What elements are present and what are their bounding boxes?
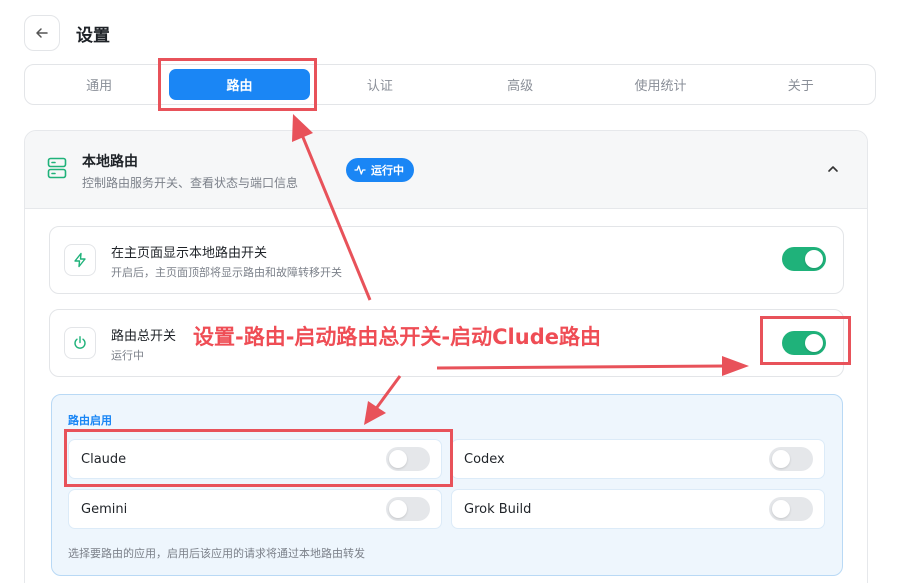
route-item-grok-build: Grok Build [451, 489, 825, 529]
activity-icon [354, 165, 366, 175]
local-route-title: 本地路由 [82, 154, 138, 170]
route-item-name: Gemini [81, 502, 128, 517]
row-title: 路由总开关 [111, 329, 177, 344]
tab-general[interactable]: 通用 [29, 69, 169, 100]
row-icon-box [64, 327, 96, 359]
show-route-switch-toggle[interactable] [782, 247, 826, 271]
route-toggle-codex[interactable] [769, 447, 813, 471]
back-button[interactable] [24, 15, 60, 51]
settings-tabs: 通用 路由 认证 高级 使用统计 关于 [24, 64, 876, 105]
local-route-header[interactable]: 本地路由 控制路由服务开关、查看状态与端口信息 运行中 [25, 131, 867, 209]
annotation-box-routing-tab [158, 58, 317, 111]
show-route-switch-row: 在主页面显示本地路由开关 开启后，主页面顶部将显示路由和故障转移开关 [49, 226, 844, 294]
toggle-knob [772, 500, 790, 518]
routing-note: 选择要路由的应用，启用后该应用的请求将通过本地路由转发 [68, 547, 365, 560]
chevron-up-icon[interactable] [827, 163, 839, 175]
power-icon [74, 336, 86, 349]
local-route-subtitle: 控制路由服务开关、查看状态与端口信息 [82, 176, 299, 190]
local-route-card: 本地路由 控制路由服务开关、查看状态与端口信息 运行中 在主页面显示本地路由开关… [24, 130, 868, 583]
page-title: 设置 [76, 25, 110, 46]
server-icon [47, 157, 67, 179]
route-item-gemini: Gemini [68, 489, 442, 529]
row-subtitle: 开启后，主页面顶部将显示路由和故障转移开关 [111, 266, 342, 279]
toggle-knob [772, 450, 790, 468]
tab-about[interactable]: 关于 [731, 69, 871, 100]
toggle-knob [805, 250, 823, 268]
toggle-knob [389, 500, 407, 518]
arrow-left-icon [36, 28, 48, 38]
status-badge: 运行中 [346, 158, 414, 182]
route-toggle-grok-build[interactable] [769, 497, 813, 521]
annotation-box-master-switch [760, 316, 851, 365]
local-route-body: 在主页面显示本地路由开关 开启后，主页面顶部将显示路由和故障转移开关 路由总开关… [25, 209, 867, 583]
status-badge-label: 运行中 [371, 164, 404, 177]
route-item-codex: Codex [451, 439, 825, 479]
row-title: 在主页面显示本地路由开关 [111, 246, 268, 261]
route-toggle-gemini[interactable] [386, 497, 430, 521]
header: 设置 [24, 15, 110, 51]
tab-auth[interactable]: 认证 [310, 69, 450, 100]
lightning-icon [74, 252, 86, 268]
annotation-box-claude [64, 429, 453, 487]
row-icon-box [64, 244, 96, 276]
tab-usage-stats[interactable]: 使用统计 [590, 69, 730, 100]
route-item-name: Codex [464, 452, 505, 467]
tab-advanced[interactable]: 高级 [450, 69, 590, 100]
routing-label: 路由启用 [68, 414, 112, 427]
row-subtitle: 运行中 [111, 349, 144, 362]
route-item-name: Grok Build [464, 502, 532, 517]
annotation-text: 设置-路由-启动路由总开关-启动Clude路由 [193, 325, 601, 349]
